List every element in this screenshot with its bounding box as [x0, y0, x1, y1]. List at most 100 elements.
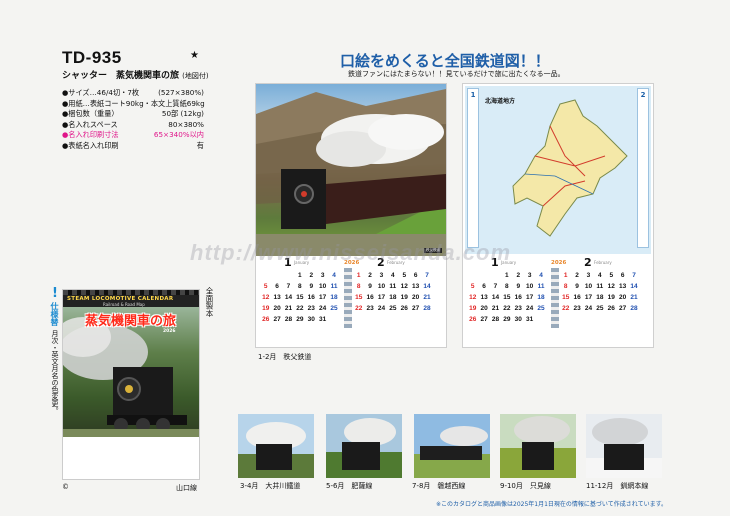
spec-value: 有 [196, 140, 204, 150]
month-number: 1 [491, 256, 499, 269]
calendar-day: 6 [275, 283, 279, 290]
calendar-day: 20 [480, 305, 488, 312]
mini-calendar-column [344, 268, 352, 328]
calendar-day: 10 [584, 283, 593, 290]
calendar-day: 5 [402, 272, 407, 279]
spec-row: ●用紙…表紙コート90kg・本文上質紙69kg [62, 98, 205, 110]
calendar-day: 28 [630, 305, 638, 312]
calendar-day: 19 [607, 294, 615, 301]
year-label: 2026 [344, 260, 360, 266]
calendar-day: 25 [389, 305, 397, 312]
spec-change-banner: ! 仕様替 [49, 287, 61, 327]
month-english: January [501, 260, 517, 265]
calendar-day: 27 [412, 305, 420, 312]
product-name: シャッター 蒸気機関車の旅 (地図付) [62, 68, 209, 81]
calendar-day: 17 [377, 294, 386, 301]
photo-location-label: 秩父鉄道 [424, 248, 442, 253]
calendar-day: 17 [526, 294, 534, 301]
spec-row: ●表紙名入れ印刷 有 [62, 141, 204, 152]
calendar-day: 22 [355, 305, 363, 312]
calendar-day: 26 [262, 316, 270, 323]
month-number: 1 [284, 256, 292, 269]
thumbnail-photo [238, 414, 314, 478]
calendar-day: 20 [619, 294, 627, 301]
calendar-day: 4 [391, 272, 395, 279]
cover-caption: 山口線 [176, 484, 197, 492]
calendar-day: 5 [470, 283, 475, 290]
calendar-day: 13 [480, 294, 488, 301]
calendar-day: 2 [368, 272, 372, 279]
calendar-day: 11 [330, 283, 338, 290]
calendar-day: 1 [298, 272, 302, 279]
calendar-day: 15 [503, 294, 511, 301]
calendar-day: 3 [527, 272, 532, 279]
calendar-day: 23 [366, 305, 374, 312]
calendar-day: 9 [516, 283, 521, 290]
calendar-day: 18 [596, 294, 604, 301]
spec-value: 80×380% [168, 119, 204, 129]
star-icon: ★ [190, 50, 199, 61]
calendar-day: 9 [575, 283, 579, 290]
cover-title: 蒸気機関車の旅 [85, 314, 177, 329]
calendar-day: 4 [539, 272, 543, 279]
calendar-day: 29 [503, 316, 511, 323]
calendar-day: 21 [630, 294, 638, 301]
calendar-day: 24 [319, 305, 327, 312]
day-grid: 1 2 3 4 5 6 7 8 9 10 11 12 13 14 15 16 17 18 19 20 21 22 23 24 2… [353, 271, 433, 314]
spec-label: ●用紙…表紙コート90kg・本文上質紙69kg [62, 98, 205, 108]
calendar-day: 25 [330, 305, 338, 312]
calendar-day: 13 [619, 283, 627, 290]
calendar-day: 8 [563, 283, 568, 290]
calendar-day: 20 [412, 294, 420, 301]
calendar-day: 30 [514, 316, 522, 323]
calendar-day: 25 [596, 305, 604, 312]
spec-change-note: 月次・英文月名の色変更。 [51, 330, 59, 414]
calendar-day: 22 [503, 305, 511, 312]
thumbnail-photo [500, 414, 576, 478]
calendar-day: 31 [526, 316, 534, 323]
cover-header: STEAM LOCOMOTIVE CALENDAR Railroad & Roa… [63, 290, 199, 307]
calendar-day: 8 [298, 283, 302, 290]
film-strip [63, 290, 199, 295]
spec-list: ●サイズ…46/4切・7枚 (527×380%) ●用紙…表紙コート90kg・本文… [62, 88, 205, 152]
spec-row: ●名入れスペース 80×380% [62, 120, 204, 131]
calendar-day: 19 [262, 305, 270, 312]
headline: 口絵をめくると全国鉄道図！！ [340, 52, 550, 70]
calendar-day: 3 [320, 272, 325, 279]
page-caption: 1-2月 秩父鉄道 [258, 353, 312, 361]
calendar-day: 24 [377, 305, 386, 312]
product-code: TD-935 [62, 48, 122, 67]
calendar-day: 16 [307, 294, 315, 301]
calendar-day: 4 [332, 272, 336, 279]
calendar-day: 5 [609, 272, 614, 279]
calendar-day: 10 [319, 283, 327, 290]
calendar-day: 12 [262, 294, 270, 301]
calendar-day: 26 [607, 305, 615, 312]
calendar-day: 19 [469, 305, 477, 312]
train-photo: 秩父鉄道 [256, 84, 446, 256]
spec-label: ●梱包数（重量） [62, 109, 119, 119]
calendar-day: 24 [526, 305, 534, 312]
calendar-day: 25 [537, 305, 545, 312]
calendar-day: 1 [563, 272, 568, 279]
calendar-day: 23 [514, 305, 522, 312]
calendar-day: 10 [377, 283, 386, 290]
day-grid: 0001234567891011121314151617181920212223… [467, 271, 547, 325]
calendar-day: 18 [537, 294, 545, 301]
copyright-mark: © [62, 483, 69, 491]
calendar-day: 21 [284, 305, 293, 312]
calendar-day: 3 [379, 272, 384, 279]
calendar-day: 2 [575, 272, 579, 279]
day-grid: 1 2 3 4 5 6 7 8 9 10 11 12 13 14 15 16 17 18 19 20 21 22 23 24 2… [560, 271, 640, 314]
calendar-page-map: 1 2 北海道地方 1 January 00012345678910111213… [462, 83, 654, 348]
calendar-day: 8 [356, 283, 361, 290]
calendar-day: 11 [537, 283, 545, 290]
cover-photo: 蒸気機関車の旅 2026 [63, 307, 199, 437]
calendar-day: 24 [584, 305, 593, 312]
calendar-day: 17 [319, 294, 327, 301]
calendar-day: 23 [307, 305, 315, 312]
footnote: ※このカタログと商品画像は2025年1月1日現在の情報に基づいて作成されています… [436, 501, 667, 508]
calendar-day: 16 [573, 294, 581, 301]
month-english: February [387, 260, 405, 265]
thumbnail-caption: 3-4月 大井川鐵道 [240, 482, 301, 490]
